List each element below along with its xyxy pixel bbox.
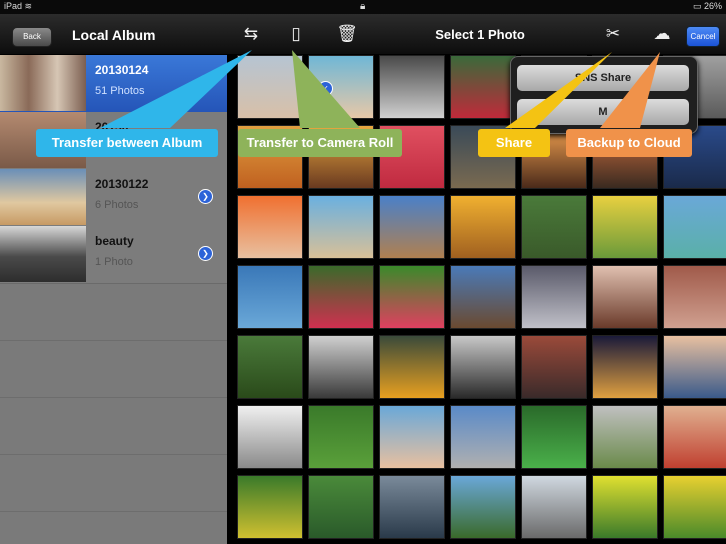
- share-pointer: [505, 52, 612, 128]
- backup-callout: Backup to Cloud: [566, 129, 692, 157]
- transfer-album-pointer: [100, 50, 252, 128]
- camera-roll-callout: Transfer to Camera Roll: [238, 129, 402, 157]
- camera-roll-pointer: [292, 50, 360, 128]
- callout-pointers: [100, 50, 660, 128]
- transfer-album-callout: Transfer between Album: [36, 129, 218, 157]
- share-callout: Share: [478, 129, 550, 157]
- backup-pointer: [600, 52, 660, 128]
